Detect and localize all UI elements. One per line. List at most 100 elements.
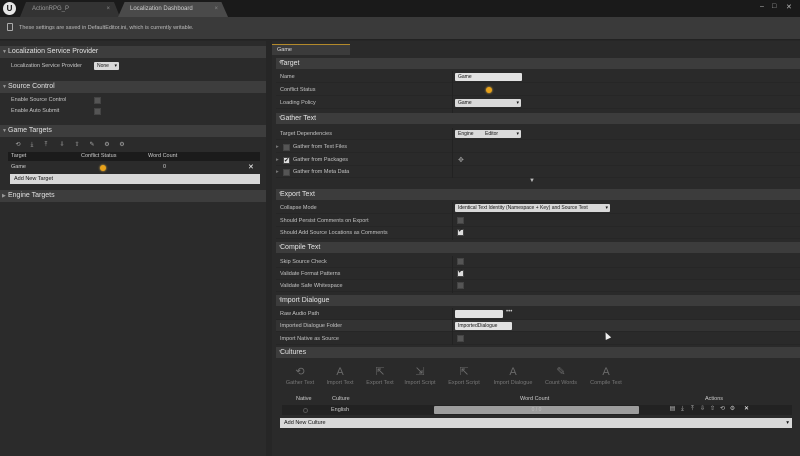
conflict-status-icon xyxy=(100,165,106,171)
export-text-icon[interactable]: ⤒ xyxy=(689,406,696,413)
collapse-mode-dropdown[interactable]: Identical Text Identity (Namespace + Key… xyxy=(455,204,610,212)
target-dependencies-dropdown[interactable]: Engine Editor xyxy=(455,130,521,138)
delete-culture-icon[interactable]: ✕ xyxy=(743,406,750,413)
add-new-culture-button[interactable]: Add New Culture ▾ xyxy=(280,418,792,428)
compile-text-button[interactable]: A Compile Text xyxy=(586,365,626,386)
section-engine-targets[interactable]: ▶ Engine Targets xyxy=(0,190,266,202)
provider-label: Localization Service Provider xyxy=(11,63,82,69)
config-info-bar: These settings are saved in DefaultEdito… xyxy=(0,17,800,40)
column-divider[interactable] xyxy=(452,71,453,113)
export-script-icon[interactable]: ⇧ xyxy=(709,406,716,413)
section-import-dialogue[interactable]: ▼ Import Dialogue xyxy=(276,295,800,306)
section-compile-text[interactable]: ▼ Compile Text xyxy=(276,242,800,253)
export-text-icon[interactable]: ⤒ xyxy=(42,141,50,149)
count-words-button[interactable]: ✎ Count Words xyxy=(541,365,581,386)
import-native-checkbox[interactable] xyxy=(457,335,464,342)
import-script-button[interactable]: ⇲ Import Script xyxy=(400,365,440,386)
edit-icon[interactable]: ▤ xyxy=(669,406,676,413)
source-locations-checkbox[interactable] xyxy=(457,227,464,236)
browse-icon[interactable]: ••• xyxy=(506,309,512,315)
add-new-target-button[interactable]: Add New Target xyxy=(10,174,260,184)
raw-audio-path-row: Raw Audio Path xyxy=(276,308,800,320)
source-locations-row: Should Add Source Locations as Comments xyxy=(276,227,800,239)
table-row[interactable]: Game 0 ✕ xyxy=(8,162,260,173)
persist-comments-checkbox[interactable] xyxy=(457,217,464,224)
imported-dialogue-folder-input[interactable]: ImportedDialogue xyxy=(455,322,512,330)
gather-text-button[interactable]: ⟲ Gather Text xyxy=(280,365,320,386)
name-input[interactable]: Game xyxy=(455,73,522,81)
import-script-icon[interactable]: ⇩ xyxy=(699,406,706,413)
culture-name: English xyxy=(331,407,350,413)
close-window-icon[interactable]: ✕ xyxy=(786,3,792,11)
import-script-icon: ⇲ xyxy=(415,366,425,378)
lock-icon xyxy=(7,23,13,31)
provider-dropdown[interactable]: None xyxy=(94,62,119,70)
persist-comments-row: Should Persist Comments on Export xyxy=(276,215,800,227)
native-radio[interactable] xyxy=(303,408,308,413)
raw-audio-path-input[interactable] xyxy=(455,310,503,318)
minimize-icon[interactable]: – xyxy=(760,3,764,10)
settings-icon[interactable]: ⚙ xyxy=(118,141,126,149)
column-divider[interactable] xyxy=(452,256,453,293)
validate-whitespace-row: Validate Safe Whitespace xyxy=(276,280,800,292)
left-panel: ▼ Localization Service Provider Localiza… xyxy=(0,41,266,456)
puzzle-icon[interactable]: ✥ xyxy=(458,156,464,164)
validate-whitespace-checkbox[interactable] xyxy=(457,282,464,289)
gather-text-files-checkbox[interactable] xyxy=(283,144,290,151)
maximize-icon[interactable]: □ xyxy=(772,3,776,10)
loading-policy-row: Loading Policy xyxy=(276,97,800,109)
count-words-icon[interactable]: ✎ xyxy=(88,141,96,149)
section-gather-text[interactable]: ▼ Gather Text xyxy=(276,113,800,124)
gather-meta-data-checkbox[interactable] xyxy=(283,169,290,176)
import-script-icon[interactable]: ⇧ xyxy=(73,141,81,149)
section-localization-service-provider[interactable]: ▼ Localization Service Provider xyxy=(0,46,266,58)
unreal-logo-icon[interactable]: U xyxy=(3,2,16,15)
loading-policy-dropdown[interactable]: Game xyxy=(455,99,521,107)
show-advanced-arrow-icon[interactable]: ▼ xyxy=(529,178,535,184)
import-text-button[interactable]: A Import Text xyxy=(320,365,360,386)
enable-auto-submit-checkbox[interactable] xyxy=(94,108,101,115)
export-script-icon: ⇱ xyxy=(459,366,469,378)
column-divider[interactable] xyxy=(452,308,453,345)
tab-actionrpg[interactable]: ActionRPG_P × xyxy=(20,2,120,17)
export-script-button[interactable]: ⇱ Export Script xyxy=(444,365,484,386)
table-row[interactable]: English 0 / 0 ▤ ⤓ ⤒ ⇩ ⇧ ⟲ ⚙ ✕ xyxy=(282,405,792,415)
delete-target-icon[interactable]: ✕ xyxy=(248,162,254,173)
compile-text-icon: A xyxy=(602,366,610,378)
import-dialogue-icon[interactable]: ⟲ xyxy=(719,406,726,413)
import-text-icon[interactable]: ⤓ xyxy=(28,141,36,149)
export-text-button[interactable]: ⇱ Export Text xyxy=(360,365,400,386)
section-export-text[interactable]: ▼ Export Text xyxy=(276,189,800,200)
expand-arrow-icon[interactable]: ▸ xyxy=(276,141,279,153)
gather-text-icon: ⟲ xyxy=(295,366,305,378)
enable-auto-submit-label: Enable Auto Submit xyxy=(11,108,60,114)
skip-source-check-checkbox[interactable] xyxy=(457,258,464,265)
compile-text-icon[interactable]: ⚙ xyxy=(103,141,111,149)
gather-text-icon[interactable]: ⟲ xyxy=(14,141,22,149)
gather-packages-checkbox[interactable] xyxy=(283,155,290,167)
gather-text-files-row: ▸ Gather from Text Files xyxy=(276,141,800,153)
section-game-targets[interactable]: ▼ Game Targets xyxy=(0,125,266,137)
import-text-icon[interactable]: ⤓ xyxy=(679,406,686,413)
section-target[interactable]: ▼ Target xyxy=(276,58,800,69)
name-row: Name xyxy=(276,71,800,83)
tab-game[interactable]: Game xyxy=(272,44,350,55)
close-icon[interactable]: × xyxy=(106,2,110,16)
column-divider[interactable] xyxy=(452,202,453,240)
expand-arrow-icon: ▶ xyxy=(2,193,6,199)
section-source-control[interactable]: ▼ Source Control xyxy=(0,81,266,93)
expand-arrow-icon[interactable]: ▸ xyxy=(276,166,279,178)
game-targets-table-header: Target Conflict Status Word Count xyxy=(8,152,260,161)
tab-localization-dashboard[interactable]: Localization Dashboard × xyxy=(118,2,228,17)
target-name: Game xyxy=(11,164,26,170)
validate-format-checkbox[interactable] xyxy=(457,268,464,277)
import-dialogue-icon[interactable]: ⇩ xyxy=(58,141,66,149)
import-dialogue-button[interactable]: A Import Dialogue xyxy=(488,365,538,386)
enable-source-control-checkbox[interactable] xyxy=(94,97,101,104)
section-cultures[interactable]: ▼ Cultures xyxy=(276,347,800,358)
column-divider[interactable] xyxy=(452,128,453,178)
compile-icon[interactable]: ⚙ xyxy=(729,406,736,413)
close-icon[interactable]: × xyxy=(214,2,218,16)
expand-arrow-icon[interactable]: ▸ xyxy=(276,154,279,166)
word-count-bar: 0 / 0 xyxy=(434,406,639,414)
